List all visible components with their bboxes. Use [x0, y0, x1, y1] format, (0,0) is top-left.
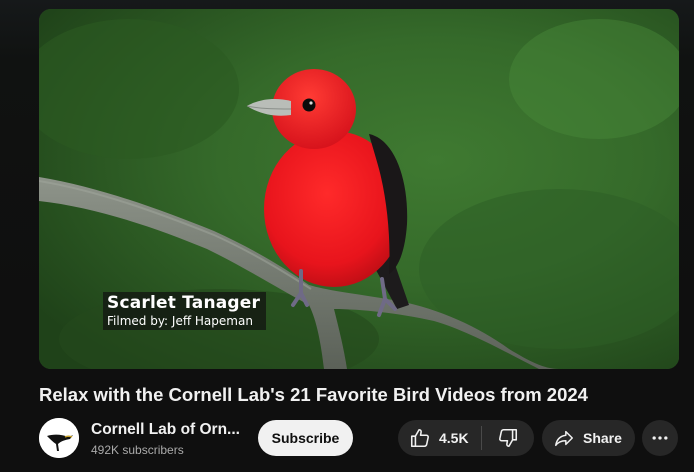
share-label: Share: [583, 430, 622, 446]
more-horizontal-icon: [650, 428, 670, 448]
watch-page: Scarlet Tanager Filmed by: Jeff Hapeman …: [0, 0, 694, 472]
subscribe-button[interactable]: Subscribe: [258, 420, 353, 456]
more-actions-button[interactable]: [642, 420, 678, 456]
like-button[interactable]: 4.5K: [398, 426, 482, 450]
share-arrow-icon: [553, 427, 575, 449]
dislike-button[interactable]: [482, 420, 534, 456]
overlay-species-title: Scarlet Tanager: [107, 293, 261, 313]
like-count: 4.5K: [439, 430, 469, 446]
overlay-credit: Filmed by: Jeff Hapeman: [107, 314, 253, 328]
channel-avatar[interactable]: [39, 418, 79, 458]
channel-name[interactable]: Cornell Lab of Orn...: [91, 421, 241, 439]
video-title: Relax with the Cornell Lab's 21 Favorite…: [39, 384, 588, 405]
thumbs-up-icon: [409, 427, 431, 449]
share-button[interactable]: Share: [542, 420, 635, 456]
video-overlay-caption: Scarlet Tanager Filmed by: Jeff Hapeman: [103, 292, 267, 330]
cornell-lab-bird-logo-icon: [39, 418, 79, 458]
like-dislike-group: 4.5K: [398, 420, 534, 456]
subscriber-count: 492K subscribers: [91, 443, 184, 457]
video-player[interactable]: Scarlet Tanager Filmed by: Jeff Hapeman: [39, 9, 679, 369]
thumbs-down-icon: [497, 427, 519, 449]
